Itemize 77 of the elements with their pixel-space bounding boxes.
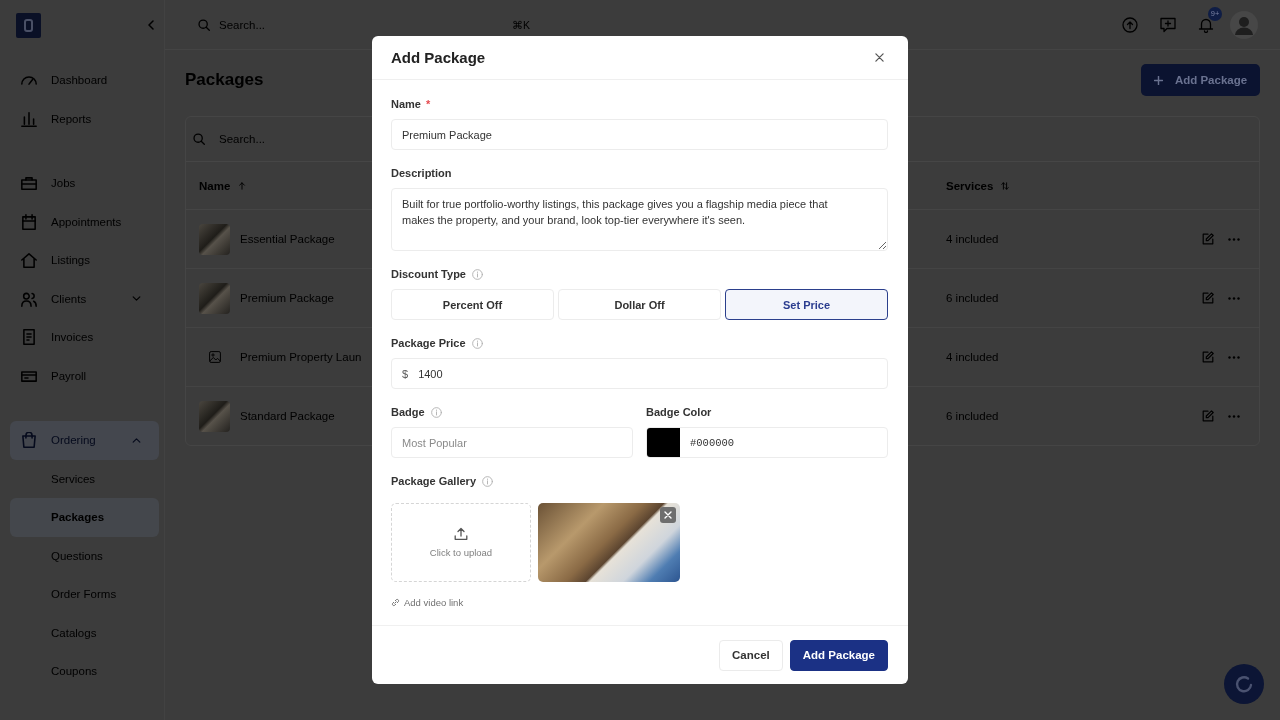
segment-option[interactable]: Set Price bbox=[725, 289, 888, 320]
search-icon bbox=[198, 18, 210, 31]
table-cell: Standard Package bbox=[240, 410, 335, 422]
field-label: Package Price bbox=[391, 337, 466, 349]
edit-icon[interactable] bbox=[1202, 292, 1214, 304]
search-field[interactable]: Search... ⌘K bbox=[190, 9, 540, 40]
table-cell-text: 4 included bbox=[946, 351, 1000, 363]
segment-option[interactable]: Percent Off bbox=[391, 289, 554, 320]
field-label: Badge Color bbox=[646, 406, 712, 418]
required-mark: * bbox=[425, 98, 431, 110]
shortcut-hint: ⌘K bbox=[512, 18, 530, 31]
bell-icon[interactable] bbox=[1198, 16, 1214, 33]
more-icon[interactable] bbox=[1228, 237, 1240, 241]
calendar-icon bbox=[21, 213, 37, 230]
table-cell: Premium Property Laun bbox=[240, 351, 362, 363]
upload-dropzone[interactable]: Click to upload bbox=[391, 503, 531, 582]
more-icon[interactable] bbox=[1228, 414, 1240, 418]
field-label: Name bbox=[391, 98, 421, 110]
house-icon bbox=[21, 252, 37, 269]
plus-icon bbox=[1153, 75, 1163, 85]
dialog-title: Add Package bbox=[391, 49, 486, 66]
page-title: Packages bbox=[185, 70, 264, 90]
sidebar-item[interactable]: Invoices bbox=[10, 318, 159, 357]
close-icon[interactable] bbox=[875, 53, 884, 62]
sidebar-subitem[interactable]: Questions bbox=[10, 536, 159, 575]
sidebar-item[interactable]: Reports bbox=[10, 99, 159, 138]
sidebar-subitem[interactable]: Packages bbox=[10, 498, 159, 537]
briefcase-icon bbox=[21, 175, 37, 192]
sidebar-subitem[interactable]: Order Forms bbox=[10, 575, 159, 614]
edit-icon[interactable] bbox=[1202, 233, 1214, 245]
sidebar-subitem[interactable]: Catalogs bbox=[10, 613, 159, 652]
add-video-link[interactable]: Add video link bbox=[391, 596, 464, 608]
sidebar-subitem[interactable]: Services bbox=[10, 459, 159, 498]
sidebar-subitem[interactable]: Coupons bbox=[10, 652, 159, 691]
column-header[interactable]: Services bbox=[946, 179, 1010, 192]
chevron-left-icon[interactable] bbox=[148, 20, 154, 30]
color-swatch[interactable] bbox=[647, 428, 680, 457]
sidebar-item[interactable]: Dashboard bbox=[10, 61, 159, 100]
document-icon bbox=[21, 329, 37, 346]
text-field[interactable]: Most Popular bbox=[391, 427, 633, 458]
search-field[interactable]: Search... bbox=[193, 125, 363, 153]
field-label: Badge bbox=[391, 406, 425, 418]
link-icon bbox=[391, 597, 400, 607]
more-icon[interactable] bbox=[1228, 355, 1240, 359]
segment-option[interactable]: Dollar Off bbox=[558, 289, 721, 320]
price-field[interactable]: $ 1400 bbox=[391, 358, 888, 389]
cancel-button[interactable]: Cancel bbox=[719, 639, 783, 671]
bar-chart-icon bbox=[21, 110, 37, 127]
add-package-button[interactable]: Add Package bbox=[1141, 64, 1260, 96]
avatar[interactable] bbox=[1230, 10, 1258, 39]
color-field[interactable]: #000000 bbox=[646, 427, 888, 458]
people-icon bbox=[21, 290, 37, 307]
sidebar-item[interactable]: Appointments bbox=[10, 202, 159, 241]
search-icon bbox=[193, 133, 205, 145]
edit-icon[interactable] bbox=[1202, 410, 1214, 422]
sidebar-item[interactable]: Clients bbox=[10, 279, 159, 318]
field-label: Package Gallery bbox=[391, 475, 476, 487]
edit-icon[interactable] bbox=[1202, 351, 1214, 363]
table-cell: Premium Package bbox=[240, 292, 334, 304]
sidebar-item[interactable]: Payroll bbox=[10, 356, 159, 395]
field-label: Description bbox=[391, 167, 452, 179]
upload-icon bbox=[454, 527, 468, 541]
column-header[interactable]: Name bbox=[199, 179, 247, 192]
logo-icon bbox=[16, 12, 41, 38]
sidebar-item[interactable]: Ordering bbox=[10, 421, 159, 460]
sidebar-item[interactable]: Jobs bbox=[10, 164, 159, 203]
sidebar-item[interactable]: Listings bbox=[10, 241, 159, 280]
table-cell-text: 4 included bbox=[946, 233, 1000, 245]
bag-icon bbox=[21, 432, 37, 449]
close-icon[interactable] bbox=[660, 507, 676, 523]
more-icon[interactable] bbox=[1228, 296, 1240, 300]
text-field[interactable]: Premium Package bbox=[391, 119, 888, 150]
description-field[interactable]: Built for true portfolio-worthy listings, this package gives you a flagship media piece that makes the property, and your brand, look top-tier everywhere it's seen. bbox=[391, 188, 888, 251]
field-label: Discount Type bbox=[391, 268, 466, 280]
submit-button[interactable]: Add Package bbox=[789, 639, 888, 671]
table-cell: Essential Package bbox=[240, 233, 335, 245]
chat-icon[interactable] bbox=[1224, 664, 1264, 704]
